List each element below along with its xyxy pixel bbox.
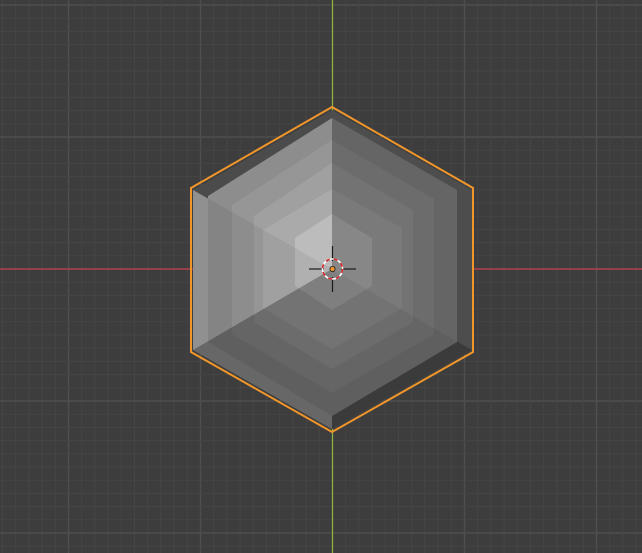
object-origin-point — [329, 265, 336, 272]
viewport-canvas[interactable] — [0, 0, 642, 553]
3d-viewport[interactable] — [0, 0, 642, 553]
